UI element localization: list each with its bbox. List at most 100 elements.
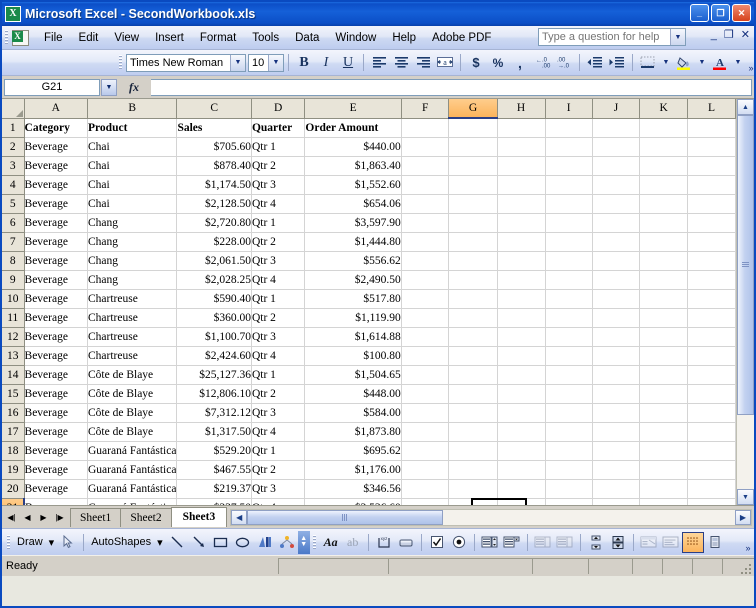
decrease-indent-icon[interactable]: [584, 52, 606, 73]
cell-order-amount[interactable]: $1,176.00: [304, 460, 402, 480]
name-box[interactable]: G21: [4, 78, 100, 96]
listbox-icon[interactable]: [479, 532, 501, 553]
empty-cell[interactable]: [448, 232, 498, 252]
cell-sales[interactable]: $1,317.50: [176, 422, 252, 442]
empty-cell[interactable]: [592, 213, 641, 233]
empty-cell[interactable]: [497, 270, 546, 290]
increase-indent-icon[interactable]: [606, 52, 628, 73]
worksheet-grid[interactable]: A B C D E F G H I J K L 1 Category Product: [2, 99, 736, 505]
empty-cell[interactable]: [401, 327, 450, 347]
column-title-cell-3[interactable]: Quarter: [251, 118, 306, 138]
row-header-10[interactable]: 10: [2, 289, 25, 309]
empty-cell[interactable]: [401, 137, 450, 157]
cell-product[interactable]: Chai: [87, 175, 178, 195]
percent-style-button[interactable]: %: [487, 52, 509, 73]
drawing-toolbar-grip[interactable]: [7, 534, 10, 550]
empty-cell[interactable]: [401, 441, 450, 461]
cell-order-amount[interactable]: $100.80: [304, 346, 402, 366]
decrease-decimal-icon[interactable]: .00 → .0: [553, 52, 575, 73]
workbook-minimize-button[interactable]: _: [711, 30, 717, 41]
cell-quarter[interactable]: Qtr 4: [251, 346, 306, 366]
empty-cell[interactable]: [592, 232, 641, 252]
fill-color-chevron-down-icon[interactable]: ▼: [695, 53, 709, 73]
empty-cell[interactable]: [687, 175, 736, 195]
empty-cell[interactable]: [448, 308, 498, 328]
comma-style-button[interactable]: ,: [509, 52, 531, 73]
row-header-13[interactable]: 13: [2, 346, 25, 366]
cell-sales[interactable]: $529.20: [176, 441, 252, 461]
row-header-5[interactable]: 5: [2, 194, 25, 214]
help-search-input[interactable]: [539, 29, 670, 45]
cell-order-amount[interactable]: $1,552.60: [304, 175, 402, 195]
cell-sales[interactable]: $2,424.60: [176, 346, 252, 366]
cell-category[interactable]: Beverage: [24, 403, 89, 423]
chevron-down-icon[interactable]: ▼: [670, 29, 685, 45]
empty-cell[interactable]: [592, 498, 641, 505]
empty-cell[interactable]: [497, 137, 546, 157]
column-header-d[interactable]: D: [251, 99, 306, 119]
empty-cell[interactable]: [639, 175, 689, 195]
menu-item-adobe-pdf[interactable]: Adobe PDF: [424, 29, 499, 47]
cell-quarter[interactable]: Qtr 1: [251, 289, 306, 309]
cell-sales[interactable]: $1,100.70: [176, 327, 252, 347]
cell-quarter[interactable]: Qtr 3: [251, 251, 306, 271]
label-control-icon[interactable]: Aa: [320, 532, 342, 553]
cell-order-amount[interactable]: $346.56: [304, 479, 402, 499]
cell-quarter[interactable]: Qtr 3: [251, 175, 306, 195]
empty-cell[interactable]: [639, 422, 689, 442]
cell-quarter[interactable]: Qtr 1: [251, 213, 306, 233]
empty-cell[interactable]: [687, 194, 736, 214]
cell-quarter[interactable]: Qtr 2: [251, 156, 306, 176]
empty-cell[interactable]: [401, 422, 450, 442]
empty-cell[interactable]: [497, 213, 546, 233]
row-header-17[interactable]: 17: [2, 422, 25, 442]
cell-product[interactable]: Chartreuse: [87, 346, 178, 366]
checkbox-icon[interactable]: [426, 532, 448, 553]
column-header-j[interactable]: J: [592, 99, 641, 119]
scroll-up-button[interactable]: ▲: [737, 99, 754, 115]
arrow-icon[interactable]: [188, 532, 210, 553]
empty-cell[interactable]: [497, 346, 546, 366]
cell-product[interactable]: Chang: [87, 232, 178, 252]
empty-cell[interactable]: [687, 251, 736, 271]
row-header-12[interactable]: 12: [2, 327, 25, 347]
column-title-cell-1[interactable]: Product: [87, 118, 178, 138]
empty-cell[interactable]: [401, 270, 450, 290]
font-name-chevron-down-icon[interactable]: ▼: [230, 54, 245, 71]
empty-cell[interactable]: [401, 175, 450, 195]
empty-cell[interactable]: [545, 403, 593, 423]
empty-cell[interactable]: [448, 441, 498, 461]
empty-cell[interactable]: [687, 137, 736, 157]
cell-sales[interactable]: $360.00: [176, 308, 252, 328]
cell-quarter[interactable]: Qtr 3: [251, 403, 306, 423]
row-header-21[interactable]: 21: [2, 498, 26, 505]
empty-cell[interactable]: [545, 175, 593, 195]
menu-item-format[interactable]: Format: [192, 29, 244, 47]
empty-cell[interactable]: [401, 384, 450, 404]
row-header-20[interactable]: 20: [2, 479, 25, 499]
cell-category[interactable]: Beverage: [24, 175, 89, 195]
textbox-control-icon[interactable]: ab: [342, 532, 364, 553]
empty-cell[interactable]: [448, 365, 498, 385]
empty-cell[interactable]: [448, 194, 498, 214]
spin-button-icon[interactable]: [554, 532, 576, 553]
column-header-k[interactable]: K: [639, 99, 689, 119]
next-sheet-button[interactable]: ▶: [36, 509, 51, 526]
empty-cell[interactable]: [592, 118, 641, 138]
empty-cell[interactable]: [448, 270, 498, 290]
empty-cell[interactable]: [592, 403, 641, 423]
view-code-icon[interactable]: [660, 532, 682, 553]
empty-cell[interactable]: [401, 251, 450, 271]
italic-button[interactable]: I: [315, 52, 337, 73]
align-right-icon[interactable]: [412, 52, 434, 73]
column-header-l[interactable]: L: [687, 99, 736, 119]
cell-product[interactable]: Chartreuse: [87, 308, 178, 328]
cell-product[interactable]: Chang: [87, 270, 178, 290]
cell-quarter[interactable]: Qtr 2: [251, 308, 306, 328]
empty-cell[interactable]: [687, 441, 736, 461]
row-header-18[interactable]: 18: [2, 441, 25, 461]
empty-cell[interactable]: [687, 365, 736, 385]
vertical-scroll-track[interactable]: [737, 115, 754, 489]
empty-cell[interactable]: [497, 479, 546, 499]
empty-cell[interactable]: [639, 213, 689, 233]
